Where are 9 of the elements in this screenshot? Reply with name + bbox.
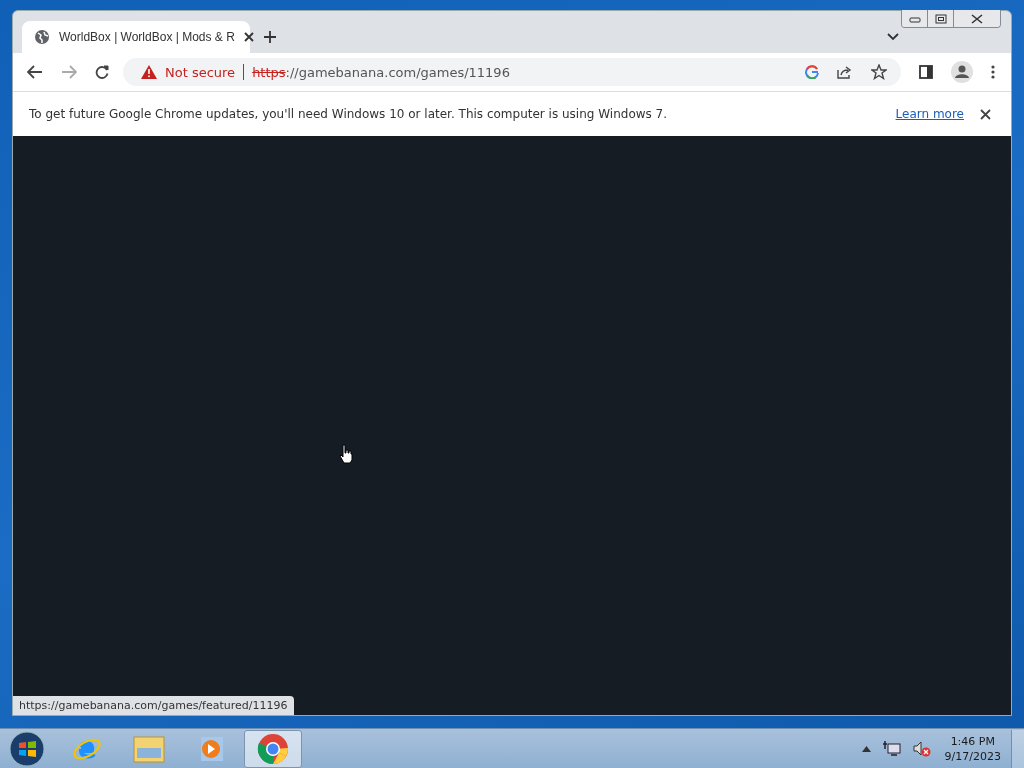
address-bar[interactable]: Not secure https://gamebanana.com/games/11196 xyxy=(123,58,901,86)
url-text: https://gamebanana.com/games/11196 xyxy=(252,64,510,80)
update-message: To get future Google Chrome updates, you'll need Windows 10 or later. This computer is using Windows 7. xyxy=(29,107,669,121)
clock-date: 9/17/2023 xyxy=(944,749,1001,763)
learn-more-link[interactable]: Learn more xyxy=(895,107,964,121)
status-url: https://gamebanana.com/games/featured/11196 xyxy=(13,696,294,715)
security-label: Not secure xyxy=(165,64,236,80)
tab-title: WorldBox | WorldBox | Mods & R xyxy=(59,30,235,44)
clock-time: 1:46 PM xyxy=(950,734,995,748)
